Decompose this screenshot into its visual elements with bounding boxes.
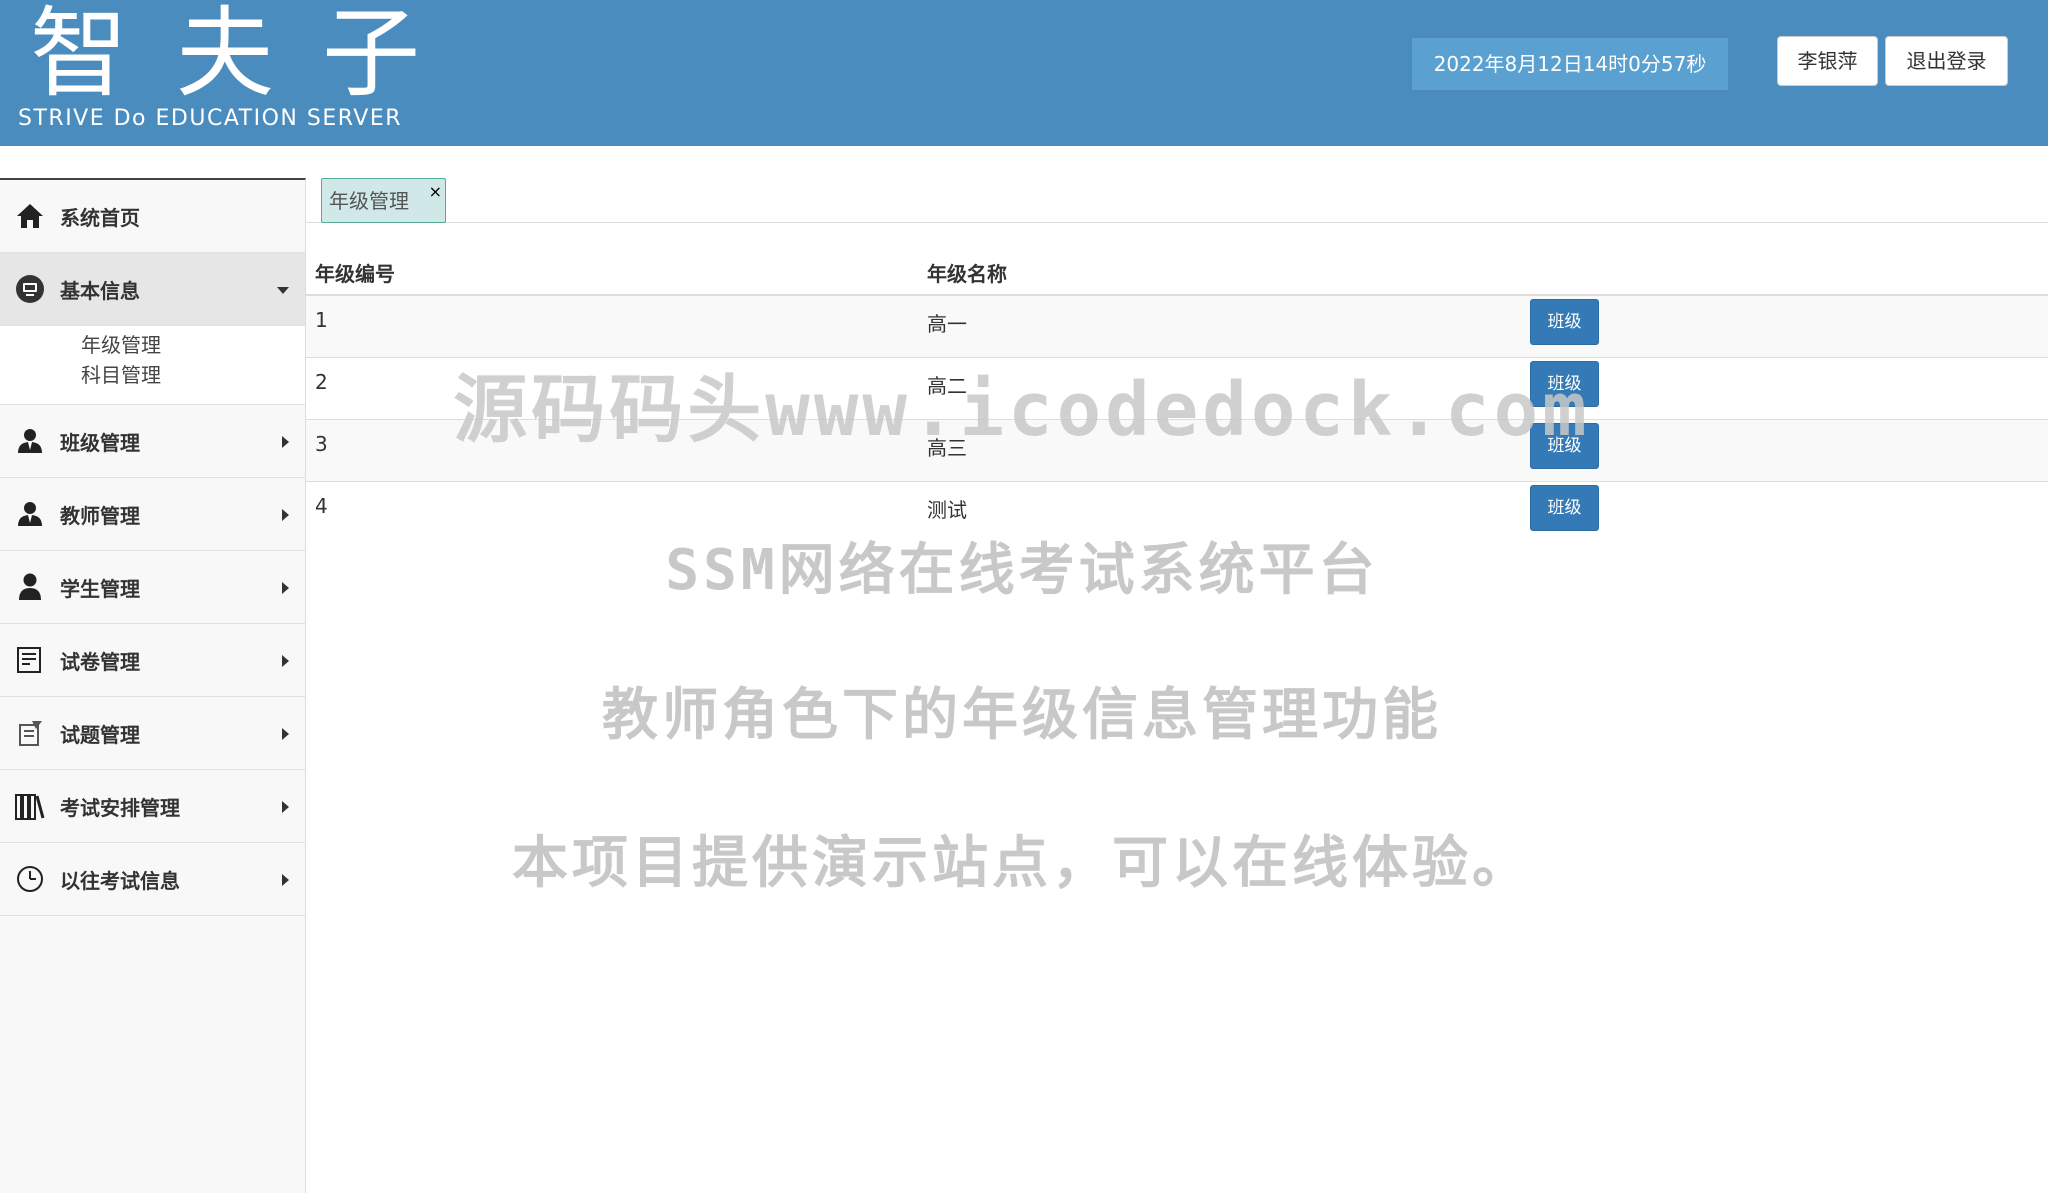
- user-icon: [15, 499, 45, 529]
- sidebar-item-paper[interactable]: 试卷管理: [0, 624, 305, 697]
- grade-id-cell: 4: [306, 480, 918, 543]
- sidebar-item-label: 试卷管理: [60, 649, 140, 674]
- sidebar-subitem-subject[interactable]: 科目管理: [0, 360, 305, 390]
- sidebar-item-history[interactable]: 以往考试信息: [0, 843, 305, 916]
- sidebar-item-question[interactable]: 试题管理: [0, 697, 305, 770]
- top-header: 智夫子 STRIVE Do EDUCATION SERVER 2022年8月12…: [0, 0, 2048, 146]
- home-icon: [15, 201, 45, 231]
- table-row: 1 高一 班级: [306, 294, 2048, 357]
- document-icon: [15, 645, 45, 675]
- chevron-down-icon: [277, 287, 289, 294]
- tab-bar: 年级管理 ×: [306, 146, 2048, 223]
- table-row: 2 高二 班级: [306, 356, 2048, 419]
- sidebar-subitem-grade[interactable]: 年级管理: [0, 330, 305, 360]
- grade-name-cell: 高三: [918, 418, 1530, 481]
- user-button[interactable]: 李银萍: [1777, 36, 1878, 86]
- table-row: 4 测试 班级: [306, 480, 2048, 543]
- sidebar-item-student[interactable]: 学生管理: [0, 551, 305, 624]
- sidebar-item-label: 考试安排管理: [60, 795, 180, 820]
- grade-id-cell: 2: [306, 356, 918, 419]
- user-icon: [15, 426, 45, 456]
- sidebar-item-exam-schedule[interactable]: 考试安排管理: [0, 770, 305, 843]
- chevron-right-icon: [282, 874, 289, 886]
- grade-name-cell: 高一: [918, 294, 1530, 357]
- grade-id-cell: 1: [306, 294, 918, 357]
- tab-label: 年级管理: [329, 189, 409, 213]
- current-datetime: 2022年8月12日14时0分57秒: [1412, 38, 1728, 90]
- chevron-right-icon: [282, 801, 289, 813]
- grade-id-cell: 3: [306, 418, 918, 481]
- monitor-icon: [15, 274, 45, 304]
- grade-name-cell: 高二: [918, 356, 1530, 419]
- column-header-id: 年级编号: [306, 250, 918, 296]
- column-header-name: 年级名称: [918, 250, 1530, 296]
- tab-grade-management[interactable]: 年级管理 ×: [321, 178, 446, 223]
- chevron-right-icon: [282, 509, 289, 521]
- sidebar-item-label: 教师管理: [60, 503, 140, 528]
- class-button[interactable]: 班级: [1530, 484, 1599, 531]
- logo-chinese: 智夫子: [30, 0, 469, 111]
- sidebar-item-label: 试题管理: [60, 722, 140, 747]
- sidebar-item-label: 系统首页: [60, 205, 140, 230]
- grade-table: 年级编号 年级名称 1 高一 班级 2 高二 班级 3 高三 班级 4 测试 班…: [306, 250, 2048, 543]
- class-button[interactable]: 班级: [1530, 360, 1599, 407]
- sidebar-item-home[interactable]: 系统首页: [0, 180, 305, 253]
- sidebar-item-label: 以往考试信息: [60, 868, 180, 893]
- logout-button[interactable]: 退出登录: [1885, 36, 2008, 86]
- class-button[interactable]: 班级: [1530, 299, 1599, 345]
- sidebar: 系统首页 基本信息 年级管理 科目管理 班级管理 教师管理 学生管理 试卷管理 …: [0, 178, 306, 1193]
- sidebar-submenu: 年级管理 科目管理: [0, 326, 305, 405]
- class-button[interactable]: 班级: [1530, 422, 1599, 469]
- sidebar-item-basic-info[interactable]: 基本信息: [0, 253, 305, 326]
- table-header-row: 年级编号 年级名称: [306, 250, 2048, 296]
- clock-icon: [15, 864, 45, 894]
- table-row: 3 高三 班级: [306, 418, 2048, 481]
- sidebar-item-label: 学生管理: [60, 576, 140, 601]
- sidebar-item-label: 班级管理: [60, 430, 140, 455]
- watermark-line: 本项目提供演示站点，可以在线体验。: [512, 831, 1532, 896]
- column-header-action: [1530, 250, 2048, 296]
- chevron-right-icon: [282, 582, 289, 594]
- watermark-line: 教师角色下的年级信息管理功能: [602, 683, 1442, 748]
- sidebar-item-teacher[interactable]: 教师管理: [0, 478, 305, 551]
- sidebar-item-label: 基本信息: [60, 278, 140, 303]
- books-icon: [15, 791, 45, 821]
- chevron-right-icon: [282, 655, 289, 667]
- chevron-right-icon: [282, 436, 289, 448]
- logo-english: STRIVE Do EDUCATION SERVER: [18, 106, 403, 131]
- close-icon[interactable]: ×: [429, 169, 442, 214]
- grade-name-cell: 测试: [918, 480, 1530, 543]
- user-icon: [15, 572, 45, 602]
- sidebar-item-class[interactable]: 班级管理: [0, 405, 305, 478]
- edit-icon: [15, 718, 45, 748]
- chevron-right-icon: [282, 728, 289, 740]
